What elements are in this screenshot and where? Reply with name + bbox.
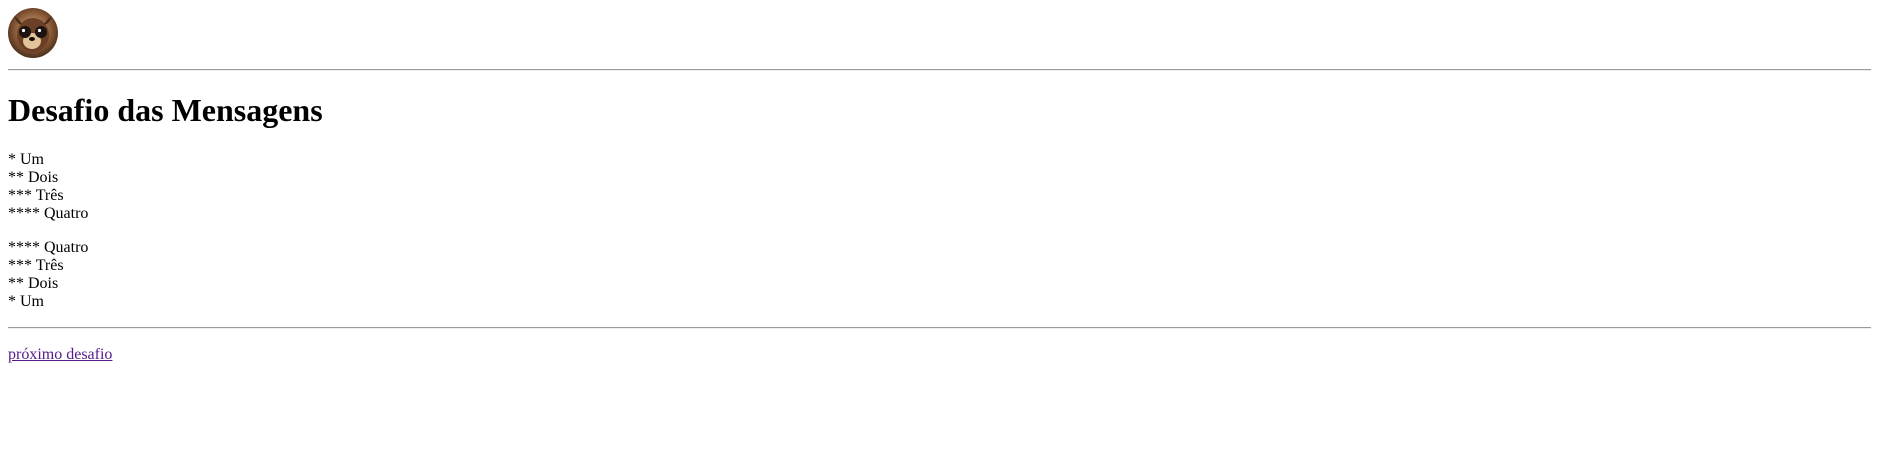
message-line: *** Três (8, 257, 64, 274)
message-line: **** Quatro (8, 205, 89, 222)
descending-messages: **** Quatro *** Três ** Dois * Um (8, 239, 88, 311)
message-line: * Um (8, 293, 44, 310)
top-divider (8, 69, 1871, 71)
message-line: * Um (8, 151, 44, 168)
message-line: *** Três (8, 187, 64, 204)
message-line: ** Dois (8, 275, 59, 292)
dog-face-photo-icon (8, 8, 58, 58)
page-title: Desafio das Mensagens (8, 92, 323, 128)
avatar (8, 8, 58, 58)
page: Desafio das Mensagens * Um ** Dois *** T… (0, 0, 1879, 461)
bottom-divider (8, 327, 1871, 329)
message-line: ** Dois (8, 169, 59, 186)
message-line: **** Quatro (8, 239, 89, 256)
next-challenge-link[interactable]: próximo desafio (8, 346, 112, 364)
ascending-messages: * Um ** Dois *** Três **** Quatro (8, 151, 88, 223)
